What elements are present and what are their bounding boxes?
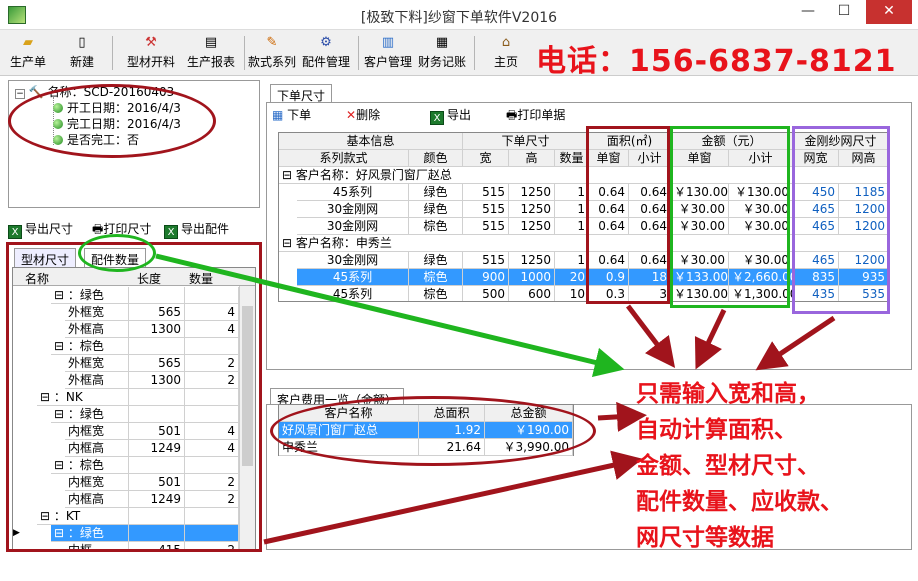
- order-cell-series[interactable]: 30金刚网: [297, 218, 409, 235]
- customer-group-label: 客户名称：好风景门窗厂赵总: [295, 168, 452, 182]
- delete-button[interactable]: ✕删除: [346, 106, 380, 123]
- style-series-button[interactable]: ✎ 款式系列: [246, 33, 298, 73]
- phone-banner: 电话：156-6837-8121: [536, 44, 897, 79]
- export-button[interactable]: X 导出: [430, 106, 471, 125]
- order-cell-series[interactable]: 45系列: [297, 184, 409, 201]
- new-file-icon: ▯: [78, 35, 86, 50]
- feature-note-line: 网尺寸等数据: [636, 525, 774, 551]
- annotation-box-left-grid: [6, 242, 262, 552]
- order-cell-series[interactable]: 45系列: [297, 269, 409, 286]
- excel-icon: X: [8, 225, 22, 239]
- order-cell-width[interactable]: 900: [463, 269, 509, 286]
- order-cell-width[interactable]: 515: [463, 252, 509, 269]
- close-button[interactable]: ✕: [866, 0, 912, 24]
- home-button[interactable]: ⌂ 主页: [488, 33, 524, 73]
- new-button[interactable]: ▯ 新建: [62, 33, 102, 73]
- order-cell-series[interactable]: 30金刚网: [297, 201, 409, 218]
- order-cell-color[interactable]: 棕色: [409, 286, 463, 301]
- collapse-icon[interactable]: ⊟: [282, 236, 296, 250]
- order-cell-height[interactable]: 1000: [509, 269, 555, 286]
- customer-group-label: 客户名称：申秀兰: [295, 236, 392, 250]
- order-cell-width[interactable]: 515: [463, 218, 509, 235]
- order-cell-color[interactable]: 绿色: [409, 201, 463, 218]
- column-header-height[interactable]: 高: [509, 150, 555, 167]
- order-cell-height[interactable]: 600: [509, 286, 555, 301]
- finance-ledger-button[interactable]: ▦ 财务记账: [416, 33, 468, 73]
- order-cell-height[interactable]: 1250: [509, 218, 555, 235]
- gear-icon: ⚙: [320, 35, 332, 50]
- tab-order-size[interactable]: 下单尺寸: [270, 84, 333, 104]
- ledger-icon: ▦: [435, 35, 449, 50]
- order-cell-qty[interactable]: 1: [555, 252, 589, 269]
- annotation-box-area: [586, 126, 670, 304]
- feature-note-line: 只需输入宽和高，: [636, 381, 820, 407]
- order-cell-width[interactable]: 515: [463, 184, 509, 201]
- profile-cutting-button[interactable]: ⚒ 型材开料: [122, 33, 180, 73]
- column-header-color[interactable]: 颜色: [409, 150, 463, 167]
- printer-icon: 🖶: [506, 108, 518, 122]
- pencil-icon: ✎: [266, 35, 278, 50]
- column-header-width[interactable]: 宽: [463, 150, 509, 167]
- production-report-button[interactable]: ▤ 生产报表: [182, 33, 240, 73]
- home-icon: ⌂: [501, 35, 511, 50]
- order-button[interactable]: ▦ 下单: [272, 106, 311, 123]
- order-toolbar: ▦ 下单 ✕删除 X 导出 🖶打印单据: [268, 104, 908, 126]
- order-cell-height[interactable]: 1250: [509, 252, 555, 269]
- order-cell-series[interactable]: 45系列: [297, 286, 409, 301]
- feature-note-line: 配件数量、应收款、: [636, 489, 843, 515]
- chart-icon: ▥: [381, 35, 395, 50]
- order-cell-width[interactable]: 500: [463, 286, 509, 301]
- annotation-ellipse-tree: [8, 84, 216, 158]
- collapse-icon[interactable]: ⊟: [282, 168, 296, 182]
- order-cell-series[interactable]: 30金刚网: [297, 252, 409, 269]
- minimize-button[interactable]: —: [794, 0, 822, 24]
- order-cell-qty[interactable]: 1: [555, 184, 589, 201]
- collapse-icon[interactable]: −: [15, 89, 25, 99]
- order-cell-color[interactable]: 棕色: [409, 269, 463, 286]
- order-cell-qty[interactable]: 1: [555, 201, 589, 218]
- order-cell-color[interactable]: 棕色: [409, 218, 463, 235]
- parts-management-button[interactable]: ⚙ 配件管理: [300, 33, 352, 73]
- feature-note-line: 自动计算面积、: [636, 417, 797, 443]
- production-order-button[interactable]: ▰ 生产单: [6, 33, 50, 73]
- window-title: [极致下料]纱窗下单软件V2016: [360, 10, 558, 26]
- feature-note: 只需输入宽和高， 自动计算面积、 金额、型材尺寸、 配件数量、应收款、 网尺寸等…: [636, 376, 918, 556]
- order-cell-qty[interactable]: 20: [555, 269, 589, 286]
- annotation-box-mesh: [792, 126, 890, 314]
- annotation-circle-parts-tab: [78, 234, 156, 272]
- maximize-button[interactable]: ☐: [830, 0, 858, 24]
- group-header-size: 下单尺寸: [463, 133, 589, 150]
- feature-note-line: 金额、型材尺寸、: [636, 453, 820, 479]
- group-header-basic: 基本信息: [279, 133, 463, 150]
- folder-open-icon: ▰: [23, 35, 33, 50]
- grid-icon: ▦: [272, 108, 284, 122]
- export-size-button[interactable]: X 导出尺寸: [8, 220, 73, 239]
- export-parts-button[interactable]: X 导出配件: [164, 220, 229, 239]
- print-receipt-button[interactable]: 🖶打印单据: [506, 106, 565, 127]
- delete-icon: ✕: [346, 108, 357, 122]
- order-cell-color[interactable]: 绿色: [409, 184, 463, 201]
- customer-management-button[interactable]: ▥ 客户管理: [362, 33, 414, 73]
- order-cell-height[interactable]: 1250: [509, 184, 555, 201]
- order-cell-qty[interactable]: 1: [555, 218, 589, 235]
- order-cell-height[interactable]: 1250: [509, 201, 555, 218]
- excel-icon: X: [430, 111, 444, 125]
- printer-icon: 🖶: [92, 222, 104, 236]
- title-bar: [极致下料]纱窗下单软件V2016 — ☐ ✕: [0, 0, 918, 30]
- annotation-ellipse-fees: [270, 396, 596, 466]
- column-header-series[interactable]: 系列款式: [279, 150, 409, 167]
- order-cell-width[interactable]: 515: [463, 201, 509, 218]
- order-cell-color[interactable]: 绿色: [409, 252, 463, 269]
- order-cell-qty[interactable]: 10: [555, 286, 589, 301]
- report-icon: ▤: [204, 35, 218, 50]
- saw-icon: ⚒: [145, 35, 157, 50]
- column-header-qty[interactable]: 数量: [555, 150, 589, 167]
- annotation-box-amount: [670, 126, 790, 308]
- excel-icon: X: [164, 225, 178, 239]
